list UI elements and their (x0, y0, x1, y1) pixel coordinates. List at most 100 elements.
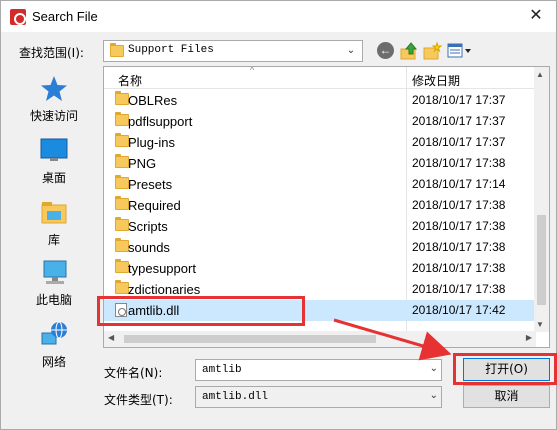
place-library[interactable]: 库 (10, 195, 98, 255)
folder-icon (115, 217, 129, 233)
chevron-down-icon: ⌄ (346, 45, 356, 56)
window-title: Search File (32, 9, 98, 24)
file-name: pdflsupport (128, 114, 193, 129)
file-list[interactable]: ^ 名称 修改日期 OBLRes 2018/10/17 17:37 pdflsupp… (103, 66, 550, 348)
folder-row[interactable]: Required 2018/10/17 17:38 (104, 195, 536, 216)
file-row[interactable]: amtlib.dll 2018/10/17 17:42 (104, 300, 536, 321)
file-date: 2018/10/17 17:37 (412, 114, 506, 128)
folder-row[interactable]: typesupport 2018/10/17 17:38 (104, 258, 536, 279)
dll-file-icon (115, 303, 129, 317)
file-date: 2018/10/17 17:37 (412, 93, 506, 107)
filename-input[interactable]: amtlib ⌄ (195, 359, 442, 381)
folder-row[interactable]: PNG 2018/10/17 17:38 (104, 153, 536, 174)
file-name: OBLRes (128, 93, 178, 108)
file-name: typesupport (128, 261, 196, 276)
filetype-value: amtlib.dll (202, 391, 269, 403)
filename-value: amtlib (202, 364, 242, 376)
place-label: 库 (47, 233, 60, 247)
scroll-thumb[interactable] (124, 335, 376, 343)
sort-ascending-icon: ^ (250, 66, 255, 75)
folder-icon (115, 112, 129, 128)
file-date: 2018/10/17 17:42 (412, 303, 506, 317)
close-icon: ✕ (529, 7, 543, 24)
folder-icon (115, 91, 129, 107)
file-date: 2018/10/17 17:38 (412, 156, 506, 170)
scroll-thumb[interactable] (537, 215, 546, 305)
view-menu-button[interactable] (447, 41, 473, 61)
computer-icon (43, 260, 67, 284)
look-in-value: Support Files (128, 44, 214, 56)
column-header: ^ 名称 修改日期 (104, 66, 536, 347)
cancel-button[interactable]: 取消 (463, 385, 550, 408)
file-name: Scripts (128, 219, 168, 234)
file-date: 2018/10/17 17:38 (412, 198, 506, 212)
folder-icon (115, 259, 129, 275)
file-date: 2018/10/17 17:37 (412, 135, 506, 149)
file-date: 2018/10/17 17:38 (412, 261, 506, 275)
place-label: 网络 (41, 355, 66, 369)
folder-icon (115, 280, 129, 296)
folder-icon (110, 43, 124, 57)
chevron-down-icon: ⌄ (429, 390, 438, 401)
folder-icon (115, 154, 129, 170)
folder-icon (115, 175, 129, 191)
file-date: 2018/10/17 17:14 (412, 177, 506, 191)
place-label: 桌面 (41, 171, 66, 185)
folder-row[interactable]: OBLRes 2018/10/17 17:37 (104, 90, 536, 111)
filename-label: 文件名(N): (104, 366, 163, 380)
folder-icon (115, 133, 129, 149)
folder-row[interactable]: sounds 2018/10/17 17:38 (104, 237, 536, 258)
file-date: 2018/10/17 17:38 (412, 240, 506, 254)
file-date: 2018/10/17 17:38 (412, 282, 506, 296)
file-name: sounds (128, 240, 170, 255)
place-label: 快速访问 (29, 109, 78, 123)
folder-icon (115, 196, 129, 212)
scroll-down-icon[interactable]: ▼ (536, 320, 544, 329)
close-button[interactable]: ✕ (522, 3, 550, 29)
file-name: Presets (128, 177, 173, 192)
folder-row[interactable]: Presets 2018/10/17 17:14 (104, 174, 536, 195)
look-in-dropdown[interactable]: Support Files ⌄ (103, 40, 363, 62)
back-button[interactable]: ← (376, 41, 396, 61)
places-bar: 快速访问 桌面 库 此电脑 网络 (10, 67, 98, 427)
star-icon (41, 76, 67, 101)
column-date-header[interactable]: 修改日期 (412, 72, 460, 89)
search-file-dialog: Search File ✕ 查找范围(I): Support Files ⌄ ← (0, 0, 557, 430)
open-button[interactable]: 打开(O) (463, 358, 550, 381)
folder-row[interactable]: Plug-ins 2018/10/17 17:37 (104, 132, 536, 153)
library-icon (41, 202, 67, 224)
column-name-header[interactable]: 名称 (118, 72, 142, 89)
folder-icon (115, 238, 129, 254)
place-this-pc[interactable]: 此电脑 (10, 255, 98, 315)
folder-row[interactable]: Scripts 2018/10/17 17:38 (104, 216, 536, 237)
vertical-scrollbar[interactable]: ▲ ▼ (534, 67, 549, 332)
filetype-label: 文件类型(T): (104, 393, 173, 407)
title-bar: Search File ✕ (1, 1, 556, 32)
filetype-select[interactable]: amtlib.dll ⌄ (195, 386, 442, 408)
horizontal-scrollbar[interactable]: ◀ ▶ (104, 331, 536, 347)
place-network[interactable]: 网络 (10, 317, 98, 377)
place-label: 此电脑 (35, 293, 72, 307)
chevron-down-icon[interactable]: ⌄ (430, 363, 438, 374)
scroll-right-icon[interactable]: ▶ (526, 333, 532, 342)
app-icon (10, 9, 26, 25)
view-menu-icon (447, 43, 471, 58)
new-folder-button[interactable] (422, 41, 443, 61)
up-folder-icon (400, 42, 418, 60)
file-name: amtlib.dll (128, 303, 180, 318)
look-in-label: 查找范围(I): (19, 46, 84, 60)
scroll-up-icon[interactable]: ▲ (536, 70, 544, 79)
folder-row[interactable]: zdictionaries 2018/10/17 17:38 (104, 279, 536, 300)
file-date: 2018/10/17 17:38 (412, 219, 506, 233)
network-icon (41, 321, 67, 345)
place-desktop[interactable]: 桌面 (10, 133, 98, 193)
folder-row[interactable]: pdflsupport 2018/10/17 17:37 (104, 111, 536, 132)
file-name: PNG (128, 156, 157, 171)
scroll-left-icon[interactable]: ◀ (108, 333, 114, 342)
file-name: Required (128, 198, 181, 213)
new-folder-icon (423, 41, 443, 60)
desktop-icon (40, 138, 68, 161)
place-quick-access[interactable]: 快速访问 (10, 71, 98, 131)
file-name: zdictionaries (128, 282, 201, 297)
up-folder-button[interactable] (399, 41, 419, 61)
